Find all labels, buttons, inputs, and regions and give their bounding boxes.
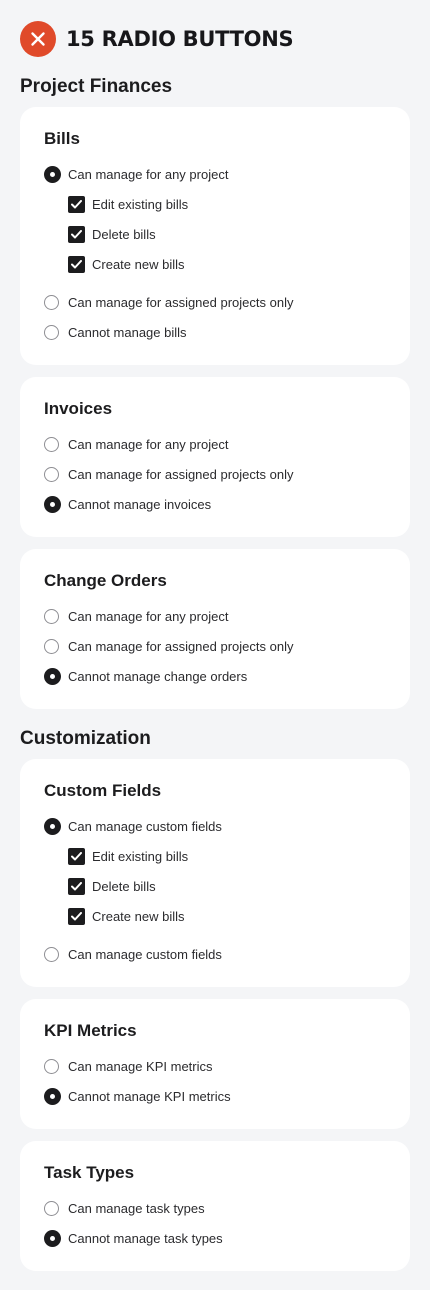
checkbox-checked-icon[interactable]	[68, 255, 85, 273]
radio-unchecked-icon[interactable]	[44, 638, 59, 654]
radio-option[interactable]: Can manage custom fields	[44, 816, 222, 836]
option-label: Can manage KPI metrics	[68, 1058, 213, 1074]
radio-unchecked-icon[interactable]	[44, 946, 59, 962]
option-label: Can manage for assigned projects only	[68, 294, 294, 310]
checkbox-option[interactable]: Edit existing bills	[68, 846, 188, 866]
radio-option[interactable]: Can manage for any project	[44, 164, 228, 184]
option-label: Can manage for assigned projects only	[68, 638, 294, 654]
card-title: Task Types	[44, 1163, 135, 1182]
radio-option[interactable]: Cannot manage task types	[44, 1228, 223, 1248]
checkbox-checked-icon[interactable]	[68, 907, 85, 925]
option-label: Edit existing bills	[92, 848, 189, 864]
option-label: Create new bills	[92, 908, 185, 924]
page-header: 15 RADIO BUTTONS	[20, 20, 294, 58]
radio-checked-icon[interactable]	[44, 1087, 61, 1105]
permission-card-custom-fields: Custom Fields Can manage custom fields E…	[20, 759, 410, 987]
checkbox-checked-icon[interactable]	[68, 225, 85, 243]
option-label: Can manage for assigned projects only	[68, 466, 294, 482]
radio-checked-icon[interactable]	[44, 667, 61, 685]
option-label: Can manage task types	[68, 1200, 205, 1216]
radio-unchecked-icon[interactable]	[44, 324, 59, 340]
option-label: Can manage custom fields	[68, 946, 222, 962]
radio-checked-icon[interactable]	[44, 495, 61, 513]
radio-option[interactable]: Cannot manage KPI metrics	[44, 1086, 231, 1106]
card-title: Custom Fields	[44, 781, 162, 800]
checkbox-option[interactable]: Create new bills	[68, 254, 185, 274]
radio-option[interactable]: Cannot manage invoices	[44, 494, 211, 514]
card-title: Change Orders	[44, 571, 167, 590]
option-label: Delete bills	[92, 226, 156, 242]
radio-option[interactable]: Can manage KPI metrics	[44, 1056, 213, 1076]
section-heading-project-finances: Project Finances	[20, 76, 173, 97]
card-title: Bills	[44, 129, 80, 148]
permission-card-invoices: Invoices Can manage for any project Can …	[20, 377, 410, 537]
radio-option[interactable]: Can manage task types	[44, 1198, 205, 1218]
radio-option[interactable]: Can manage custom fields	[44, 944, 222, 964]
option-label: Edit existing bills	[92, 196, 189, 212]
radio-checked-icon[interactable]	[44, 165, 61, 183]
radio-checked-icon[interactable]	[44, 1229, 61, 1247]
radio-unchecked-icon[interactable]	[44, 608, 59, 624]
radio-checked-icon[interactable]	[44, 817, 61, 835]
checkbox-option[interactable]: Delete bills	[68, 224, 156, 244]
radio-unchecked-icon[interactable]	[44, 1200, 59, 1216]
checkbox-option[interactable]: Delete bills	[68, 876, 156, 896]
radio-option[interactable]: Cannot manage bills	[44, 322, 187, 342]
option-label: Create new bills	[92, 256, 185, 272]
option-label: Can manage for any project	[68, 608, 229, 624]
radio-option[interactable]: Can manage for assigned projects only	[44, 292, 293, 312]
option-label: Cannot manage KPI metrics	[68, 1088, 231, 1104]
close-circle-icon[interactable]	[20, 21, 56, 57]
radio-option[interactable]: Can manage for assigned projects only	[44, 464, 293, 484]
checkbox-checked-icon[interactable]	[68, 195, 85, 213]
option-label: Can manage custom fields	[68, 818, 222, 834]
card-title: Invoices	[44, 399, 113, 418]
page-title: 15 RADIO BUTTONS	[66, 27, 294, 51]
card-title: KPI Metrics	[44, 1021, 137, 1040]
option-label: Cannot manage change orders	[68, 668, 248, 684]
permission-card-task-types: Task Types Can manage task types Cannot …	[20, 1141, 410, 1271]
radio-option[interactable]: Can manage for any project	[44, 606, 228, 626]
radio-unchecked-icon[interactable]	[44, 436, 59, 452]
radio-option[interactable]: Can manage for assigned projects only	[44, 636, 293, 656]
option-label: Can manage for any project	[68, 166, 229, 182]
radio-unchecked-icon[interactable]	[44, 466, 59, 482]
checkbox-checked-icon[interactable]	[68, 847, 85, 865]
radio-option[interactable]: Cannot manage change orders	[44, 666, 247, 686]
radio-option[interactable]: Can manage for any project	[44, 434, 228, 454]
option-label: Delete bills	[92, 878, 156, 894]
option-label: Cannot manage task types	[68, 1230, 223, 1246]
option-label: Cannot manage invoices	[68, 496, 212, 512]
section-heading-customization: Customization	[20, 728, 151, 749]
permission-card-bills: Bills Can manage for any project Edit ex…	[20, 107, 410, 365]
checkbox-option[interactable]: Create new bills	[68, 906, 185, 926]
radio-unchecked-icon[interactable]	[44, 1058, 59, 1074]
radio-unchecked-icon[interactable]	[44, 294, 59, 310]
permission-card-kpi-metrics: KPI Metrics Can manage KPI metrics Canno…	[20, 999, 410, 1129]
checkbox-option[interactable]: Edit existing bills	[68, 194, 188, 214]
option-label: Can manage for any project	[68, 436, 229, 452]
option-label: Cannot manage bills	[68, 324, 187, 340]
checkbox-checked-icon[interactable]	[68, 877, 85, 895]
permission-card-change-orders: Change Orders Can manage for any project…	[20, 549, 410, 709]
